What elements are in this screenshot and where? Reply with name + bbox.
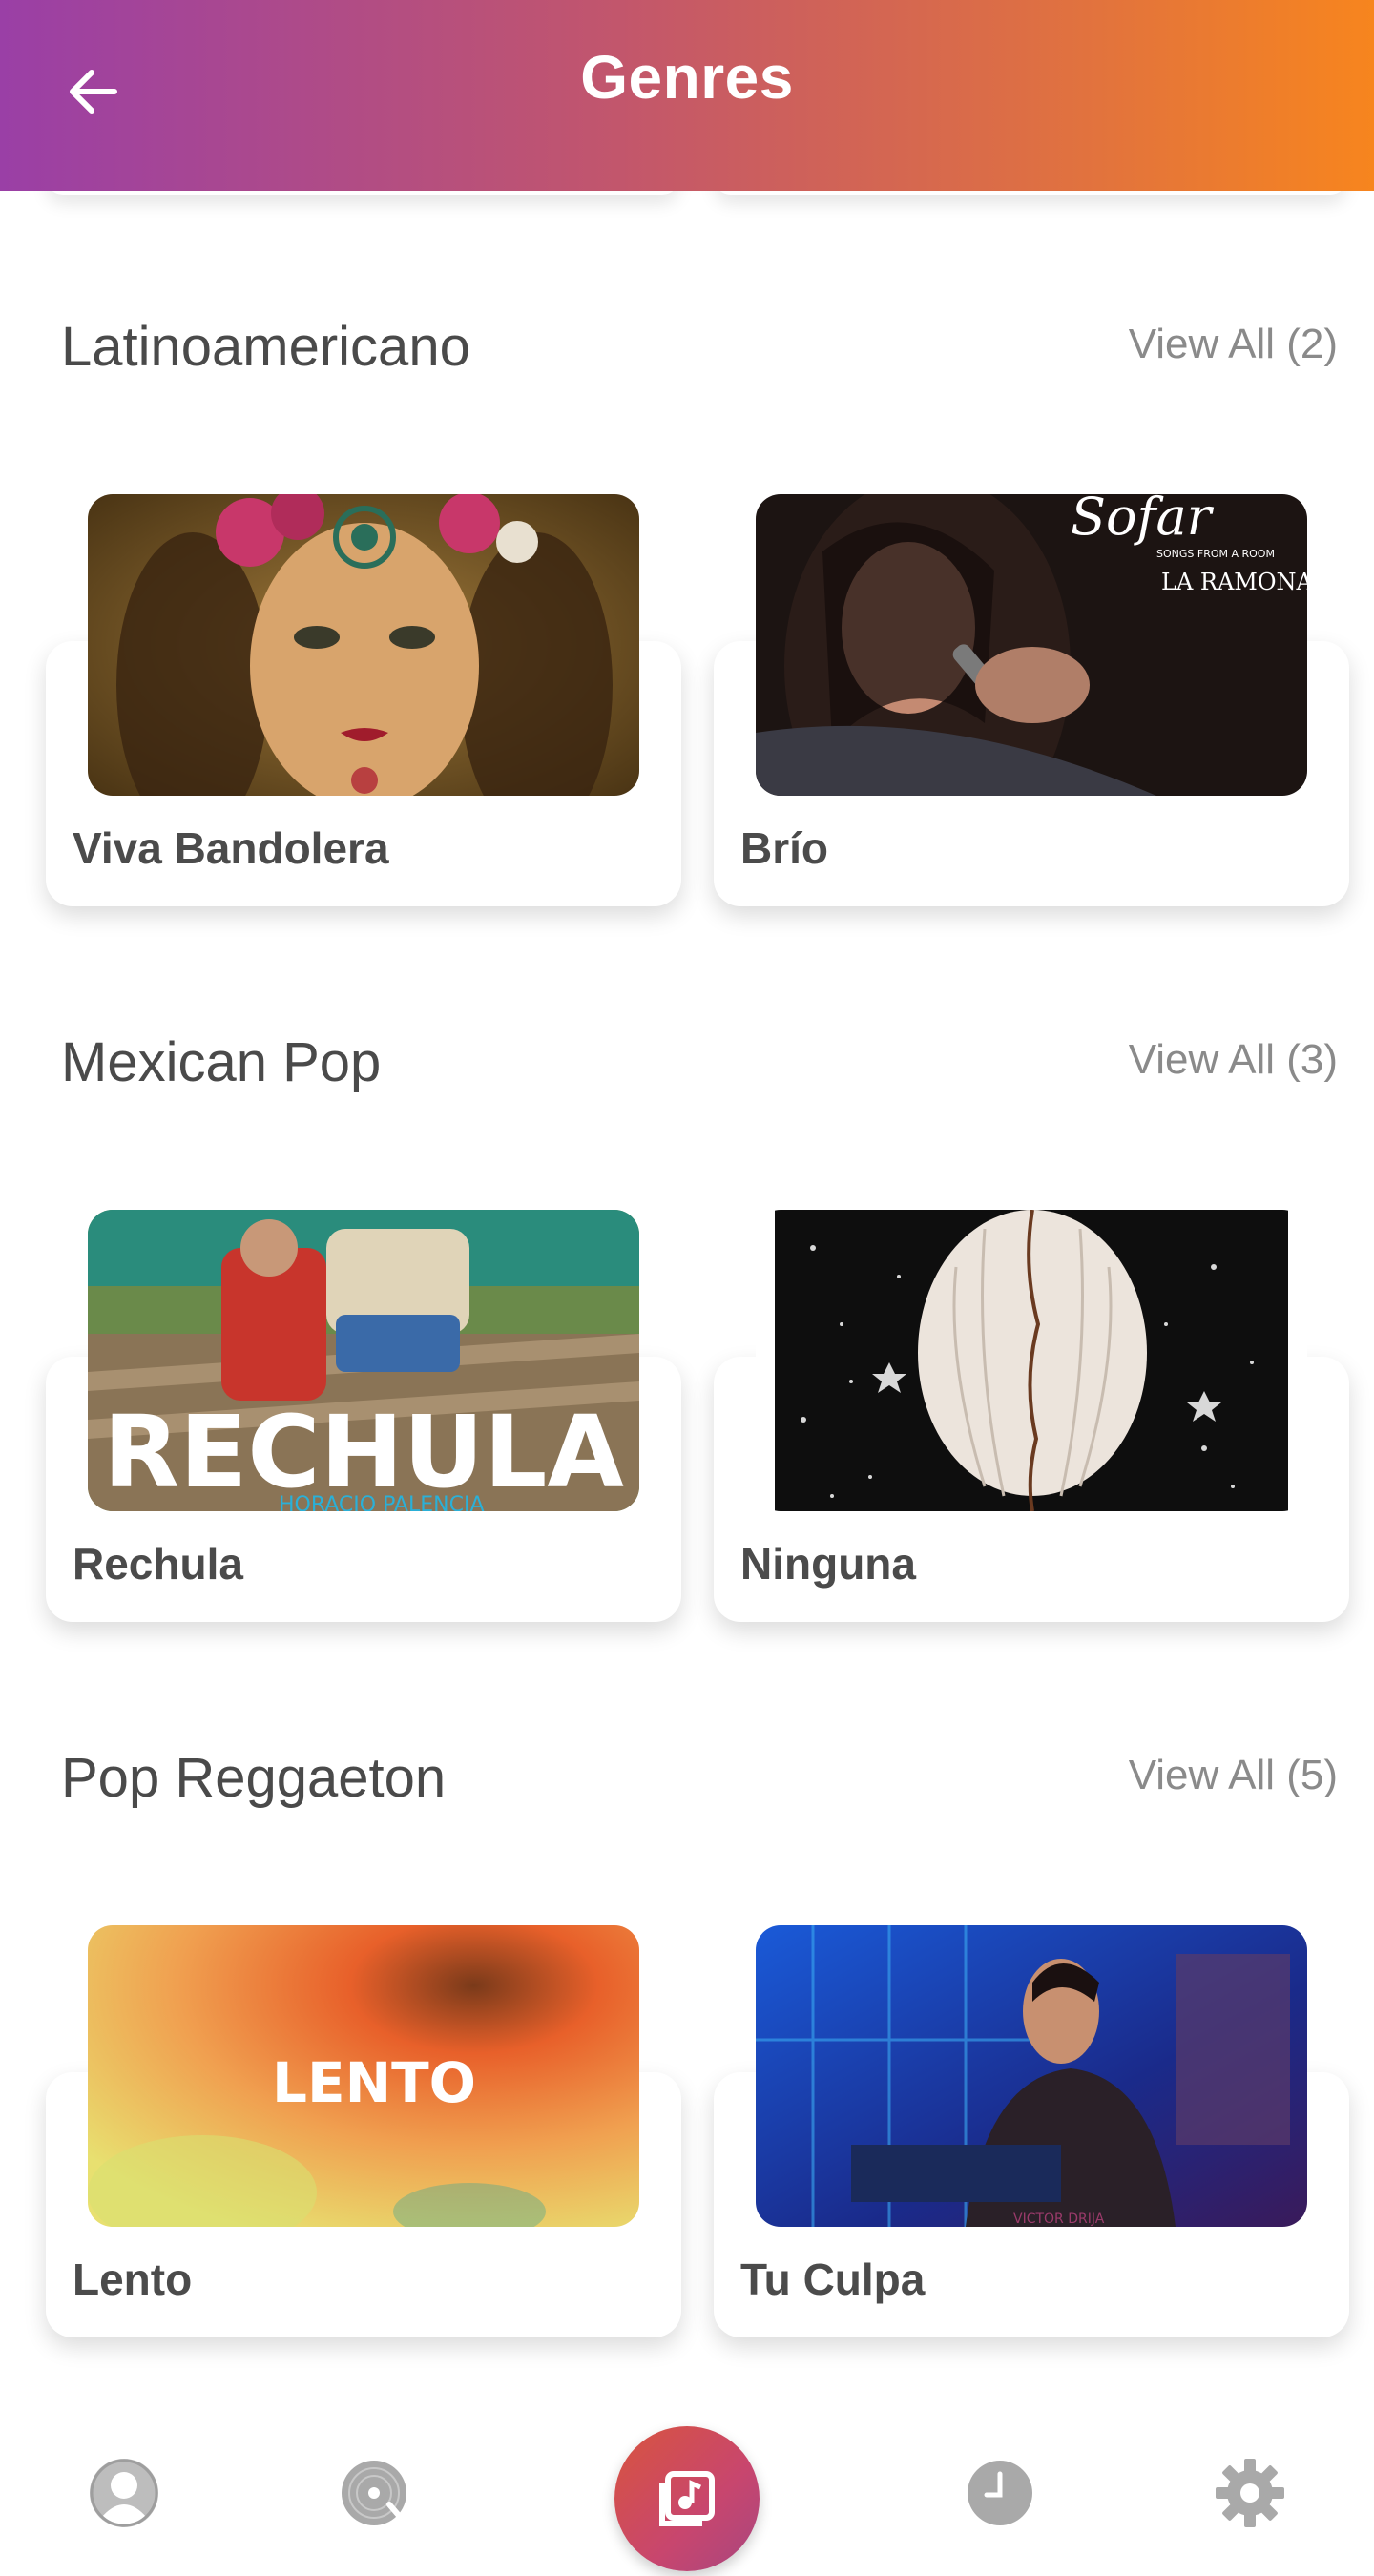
album-cover[interactable]: Sofar SONGS FROM A ROOM LA RAMONA — [756, 494, 1307, 796]
view-all-link[interactable]: View All (5) — [1129, 1752, 1338, 1799]
brio-artist: LA RAMONA — [1161, 569, 1307, 595]
nav-history[interactable] — [954, 2447, 1046, 2539]
page-title: Genres — [580, 43, 794, 112]
album-cover[interactable]: VICTOR DRIJA — [756, 1925, 1307, 2227]
album-title: Rechula — [73, 1539, 243, 1589]
bottom-navigation — [0, 2399, 1374, 2576]
gear-icon — [1216, 2459, 1284, 2527]
tuculpa-art-text: VICTOR DRIJA — [1013, 2212, 1105, 2227]
nav-profile[interactable] — [78, 2447, 170, 2539]
album-cover[interactable]: RECHULA HORACIO PALENCIA — [88, 1210, 639, 1511]
album-title: Lento — [73, 2254, 193, 2304]
brio-subtitle: SONGS FROM A ROOM — [1156, 548, 1275, 560]
album-cover[interactable] — [756, 1210, 1307, 1511]
album-cover[interactable] — [88, 494, 639, 796]
view-all-link[interactable]: View All (2) — [1129, 321, 1338, 368]
album-title: Tu Culpa — [740, 2254, 926, 2304]
nav-albums[interactable] — [328, 2447, 420, 2539]
lento-art-text: LENTO — [272, 2050, 476, 2115]
nav-settings[interactable] — [1204, 2447, 1296, 2539]
album-title: Viva Bandolera — [73, 823, 389, 873]
album-title: Brío — [740, 823, 828, 873]
section-title: Pop Reggaeton — [61, 1747, 447, 1809]
music-library-icon — [659, 2471, 715, 2526]
clock-icon — [968, 2461, 1032, 2525]
album-title: Ninguna — [740, 1539, 916, 1589]
album-cover[interactable]: LENTO — [88, 1925, 639, 2227]
brio-badge-text: Sofar — [1071, 494, 1215, 547]
vinyl-record-icon — [342, 2461, 406, 2525]
profile-icon — [90, 2459, 158, 2527]
section-title: Latinoamericano — [61, 316, 470, 378]
view-all-link[interactable]: View All (3) — [1129, 1036, 1338, 1084]
app-header: Genres — [0, 0, 1374, 191]
nav-genres[interactable] — [614, 2426, 760, 2571]
section-title: Mexican Pop — [61, 1031, 382, 1093]
rechula-art-subtitle: HORACIO PALENCIA — [279, 1493, 485, 1511]
